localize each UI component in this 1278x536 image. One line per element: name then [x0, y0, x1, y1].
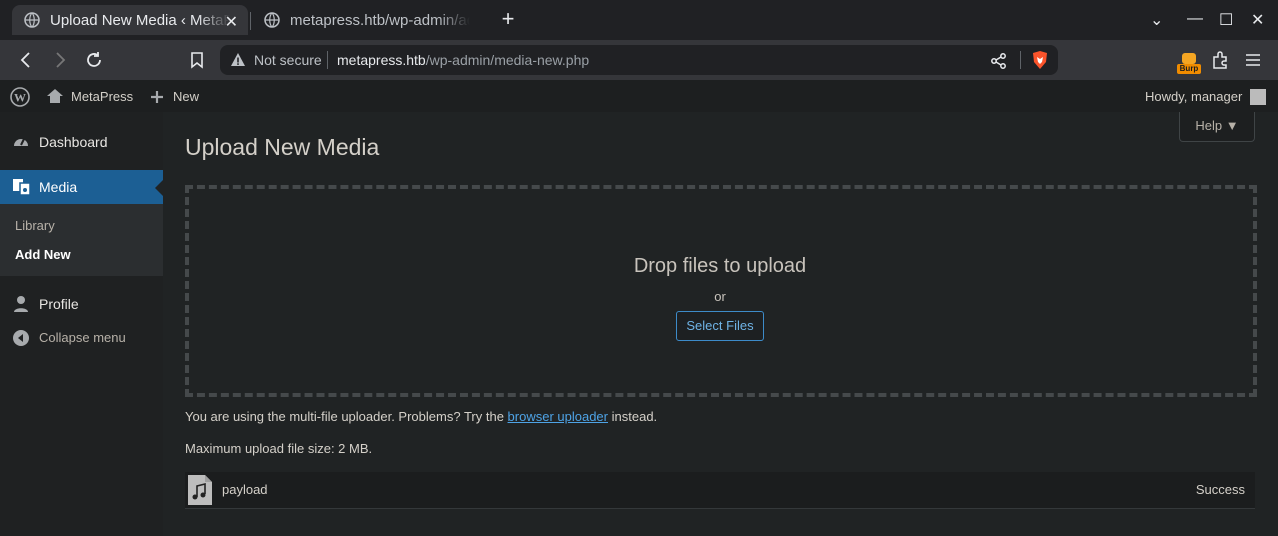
- address-divider: [1020, 51, 1021, 69]
- browser-uploader-link[interactable]: browser uploader: [508, 409, 608, 424]
- reload-icon[interactable]: [85, 51, 103, 69]
- active-menu-arrow: [155, 180, 163, 196]
- burp-badge: Burp: [1177, 64, 1201, 74]
- warning-icon[interactable]: [230, 52, 246, 68]
- select-files-button[interactable]: Select Files: [676, 311, 764, 341]
- chevron-down-icon[interactable]: ⌄: [1150, 10, 1163, 30]
- tab-title: Upload New Media ‹ MetaPress — WordPress: [50, 11, 230, 29]
- minimize-icon[interactable]: —: [1187, 10, 1203, 28]
- page-title: Upload New Media: [185, 134, 380, 160]
- media-icon: [13, 179, 31, 196]
- collapse-menu-button[interactable]: Collapse menu: [0, 321, 163, 355]
- submenu-item-library[interactable]: Library: [15, 218, 55, 233]
- sidebar-item-profile[interactable]: Profile: [0, 287, 163, 321]
- collapse-arrow-icon: [13, 330, 29, 346]
- max-upload-size: Maximum upload file size: 2 MB.: [185, 441, 373, 456]
- tab-title: metapress.htb/wp-admin/admin-ajax.php: [290, 11, 470, 29]
- drop-instructions: Drop files to upload: [633, 255, 807, 277]
- tab-divider: [250, 12, 251, 30]
- upload-status: Success: [1195, 482, 1245, 497]
- avatar[interactable]: [1250, 89, 1266, 105]
- globe-icon: [24, 12, 40, 28]
- brave-shield-icon[interactable]: [1030, 50, 1050, 70]
- wordpress-logo-icon[interactable]: W: [10, 87, 30, 107]
- uploaded-file-row: [185, 472, 1255, 509]
- uploader-info-suffix: instead.: [611, 409, 658, 424]
- url-path: /wp-admin/media-new.php: [425, 52, 590, 68]
- menu-icon[interactable]: [1244, 52, 1262, 68]
- home-icon[interactable]: [46, 88, 64, 104]
- sidebar-item-label: Collapse menu: [39, 330, 126, 345]
- maximize-icon[interactable]: ☐: [1219, 10, 1233, 30]
- file-name: payload: [222, 482, 268, 497]
- close-icon[interactable]: ✕: [225, 12, 238, 32]
- dashboard-gauge-icon: [14, 138, 28, 146]
- address-divider: [327, 51, 328, 69]
- media-submenu: [0, 204, 163, 276]
- sidebar-item-media[interactable]: Media: [0, 170, 163, 204]
- forward-icon[interactable]: [52, 51, 68, 69]
- close-window-icon[interactable]: ✕: [1251, 10, 1264, 30]
- sidebar-item-label: Media: [39, 179, 78, 195]
- audio-file-icon: [188, 475, 212, 505]
- new-tab-button[interactable]: +: [496, 8, 520, 32]
- howdy-user[interactable]: Howdy, manager: [1145, 89, 1242, 104]
- sidebar-item-dashboard[interactable]: Dashboard: [0, 125, 163, 159]
- back-icon[interactable]: [18, 51, 34, 69]
- share-icon[interactable]: [990, 52, 1008, 70]
- tab-upload-media[interactable]: Upload New Media ‹ MetaPress — WordPress…: [12, 5, 248, 35]
- new-content-link[interactable]: New: [173, 89, 199, 104]
- bookmark-icon[interactable]: [189, 51, 205, 69]
- extensions-puzzle-icon[interactable]: [1211, 51, 1229, 69]
- plus-icon[interactable]: [150, 90, 164, 104]
- sidebar-item-label: Dashboard: [39, 134, 108, 150]
- site-name-link[interactable]: MetaPress: [71, 89, 133, 104]
- security-status[interactable]: Not secure: [254, 52, 322, 68]
- tab-admin-ajax[interactable]: metapress.htb/wp-admin/admin-ajax.php: [252, 5, 488, 35]
- url-host: metapress.htb: [337, 52, 426, 68]
- drop-or-text: or: [714, 289, 726, 304]
- url-text[interactable]: metapress.htb/wp-admin/media-new.php: [337, 52, 589, 68]
- globe-icon: [264, 12, 280, 28]
- help-button[interactable]: Help ▼: [1179, 112, 1255, 142]
- submenu-item-add-new[interactable]: Add New: [15, 247, 71, 262]
- sidebar-item-label: Profile: [39, 296, 79, 312]
- uploader-info: You are using the multi-file uploader. P…: [185, 409, 657, 424]
- uploader-info-text: You are using the multi-file uploader. P…: [185, 409, 504, 424]
- svg-text:W: W: [14, 91, 26, 105]
- user-icon: [14, 296, 28, 312]
